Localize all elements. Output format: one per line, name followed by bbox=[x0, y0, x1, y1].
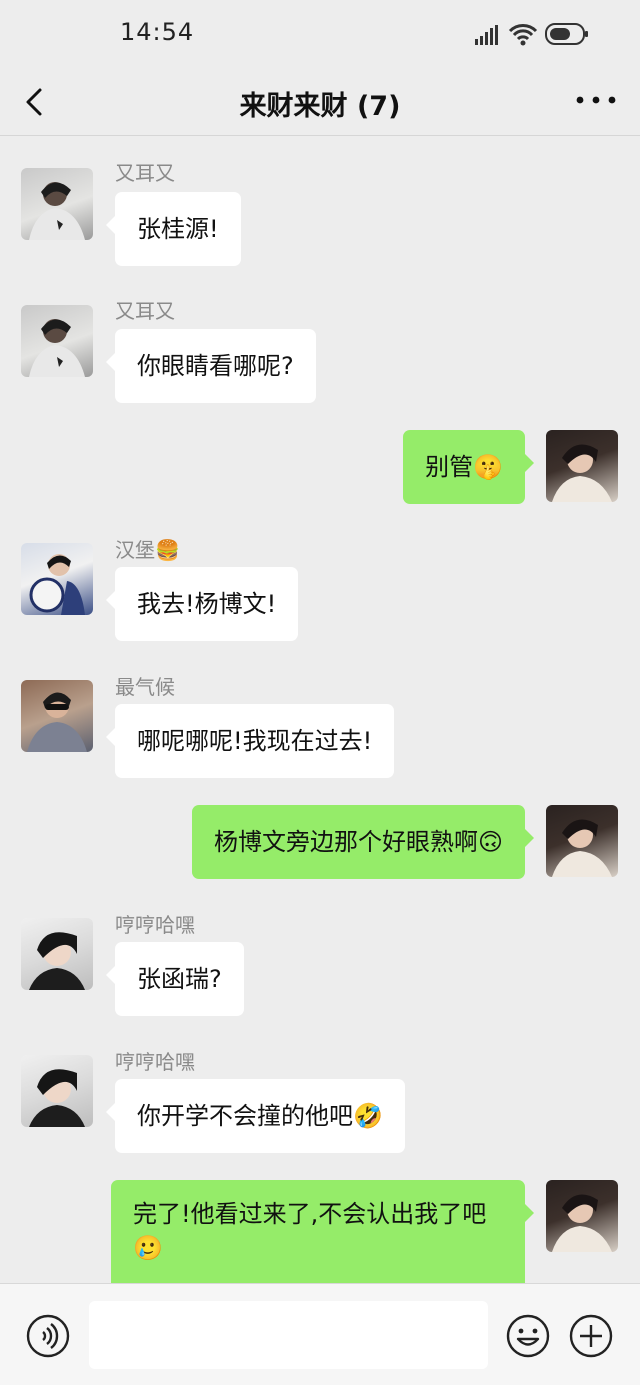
avatar-zuiqihou[interactable] bbox=[21, 680, 93, 752]
wifi-icon bbox=[508, 24, 538, 46]
sender-name: 哼哼哈嘿 bbox=[115, 1050, 195, 1074]
message-bubble[interactable]: 你眼睛看哪呢? bbox=[106, 329, 316, 403]
chat-header: 来财来财 (7) bbox=[0, 68, 640, 136]
message-bubble[interactable]: 张桂源! bbox=[106, 192, 241, 266]
status-bar: 14:54 bbox=[0, 0, 640, 68]
message-bubble[interactable]: 你开学不会撞的他吧🤣 bbox=[106, 1079, 405, 1153]
message-bubble-outgoing[interactable]: 别管🤫 bbox=[403, 430, 534, 504]
avatar-self[interactable] bbox=[546, 430, 618, 502]
sender-name: 又耳又 bbox=[115, 161, 175, 185]
plus-icon[interactable] bbox=[569, 1314, 613, 1358]
battery-icon bbox=[545, 23, 588, 45]
status-time: 14:54 bbox=[120, 18, 195, 46]
avatar-self[interactable] bbox=[546, 805, 618, 877]
avatar-hanbao[interactable] bbox=[21, 543, 93, 615]
avatar-self[interactable] bbox=[546, 1180, 618, 1252]
emoji-icon[interactable] bbox=[506, 1314, 550, 1358]
message-bubble[interactable]: 我去!杨博文! bbox=[105, 567, 299, 641]
message-bubble[interactable]: 张函瑞? bbox=[106, 942, 244, 1016]
sender-name: 汉堡🍔 bbox=[115, 538, 180, 562]
avatar-henghenghahei[interactable] bbox=[21, 918, 93, 990]
message-bubble-outgoing[interactable]: 完了!他看过来了,不会认出我了吧🥲 bbox=[111, 1180, 534, 1283]
voice-icon[interactable] bbox=[26, 1314, 70, 1358]
input-bar bbox=[0, 1283, 640, 1385]
more-options-icon[interactable] bbox=[574, 92, 618, 108]
avatar-henghenghahei[interactable] bbox=[21, 1055, 93, 1127]
sender-name: 哼哼哈嘿 bbox=[115, 913, 195, 937]
avatar-youeryou[interactable] bbox=[21, 168, 93, 240]
chat-title: 来财来财 (7) bbox=[239, 91, 401, 122]
message-list[interactable]: 又耳又 张桂源! 又耳又 你眼睛看哪呢? 别管🤫 汉堡🍔 我去!杨博文! 最气候… bbox=[0, 137, 640, 1283]
sender-name: 又耳又 bbox=[115, 299, 175, 323]
message-input[interactable] bbox=[89, 1301, 488, 1369]
message-bubble[interactable]: 哪呢哪呢!我现在过去! bbox=[105, 704, 395, 778]
sender-name: 最气候 bbox=[115, 675, 175, 699]
message-bubble-outgoing[interactable]: 杨博文旁边那个好眼熟啊🙃 bbox=[191, 805, 535, 879]
signal-icon bbox=[475, 25, 498, 45]
avatar-youeryou[interactable] bbox=[21, 305, 93, 377]
